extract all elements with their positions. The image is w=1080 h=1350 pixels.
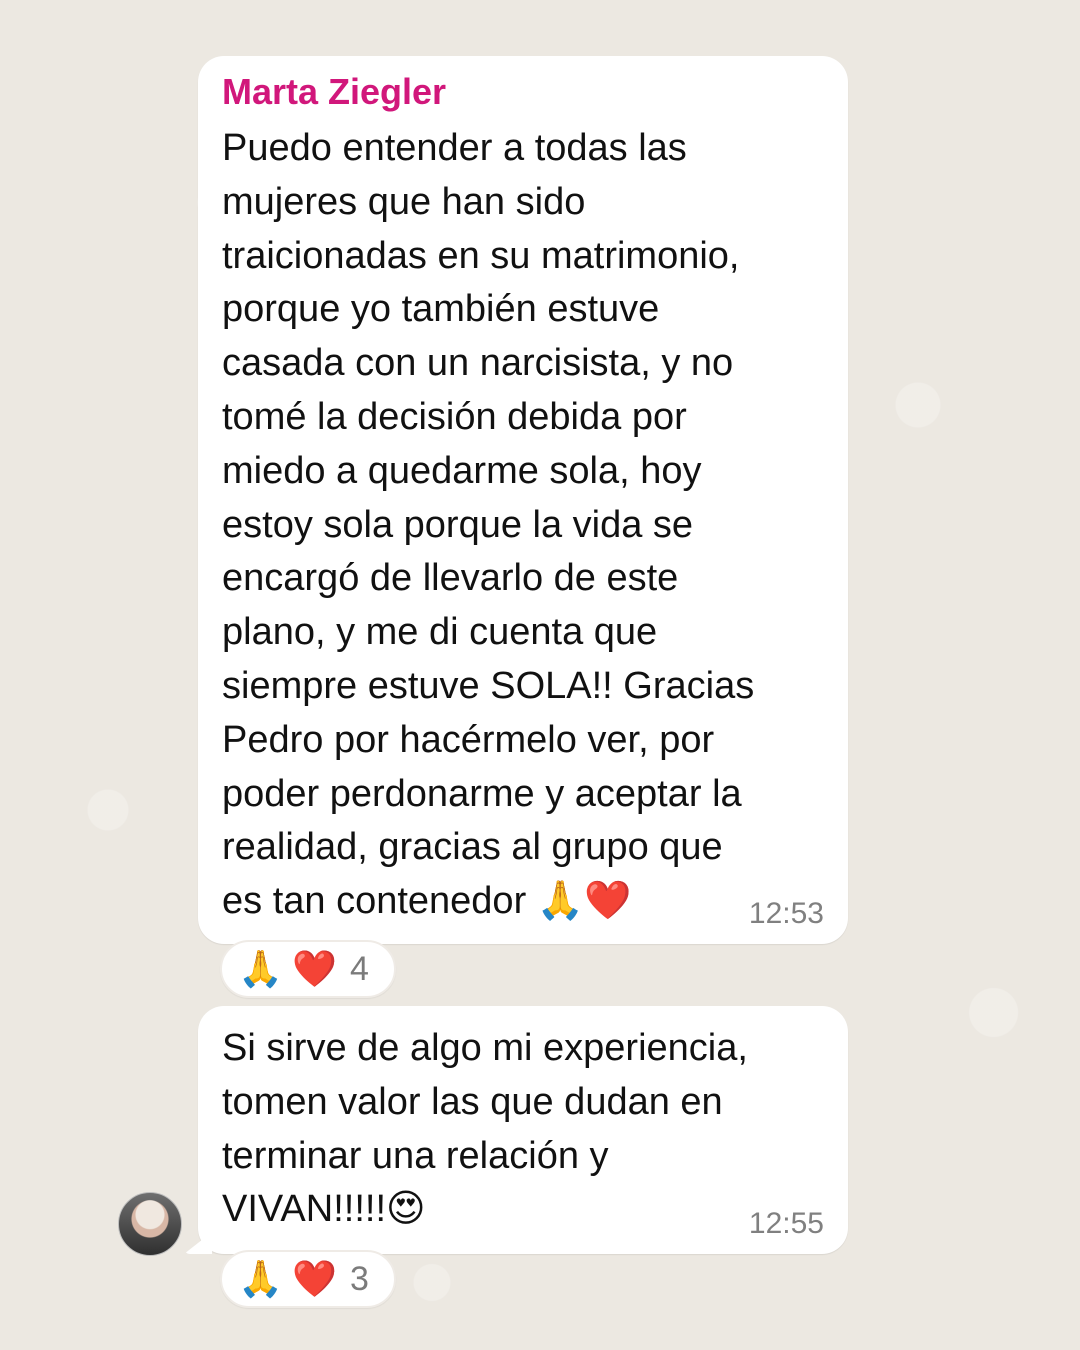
pray-emoji-icon: 🙏 xyxy=(238,948,283,989)
heart-emoji-icon: ❤️ xyxy=(292,948,337,989)
reaction-count: 3 xyxy=(350,1260,369,1298)
pray-emoji-icon: 🙏 xyxy=(238,1258,283,1299)
heart-emoji-icon: ❤️ xyxy=(292,1258,337,1299)
sender-name[interactable]: Marta Ziegler xyxy=(222,70,824,114)
reaction-summary[interactable]: 🙏 ❤️ 3 xyxy=(220,1250,396,1308)
message-text: Si sirve de algo mi experiencia, tomen v… xyxy=(222,1027,748,1231)
message-text: Puedo entender a todas las mujeres que h… xyxy=(222,127,755,923)
message-time: 12:55 xyxy=(748,1207,824,1240)
reaction-summary[interactable]: 🙏 ❤️ 4 xyxy=(220,940,396,998)
message-bubble[interactable]: Marta Ziegler Puedo entender a todas las… xyxy=(198,56,848,944)
reaction-count: 4 xyxy=(350,950,369,988)
message-time: 12:53 xyxy=(748,897,824,930)
user-avatar[interactable] xyxy=(118,1192,182,1256)
message-bubble[interactable]: Si sirve de algo mi experiencia, tomen v… xyxy=(198,1006,848,1254)
